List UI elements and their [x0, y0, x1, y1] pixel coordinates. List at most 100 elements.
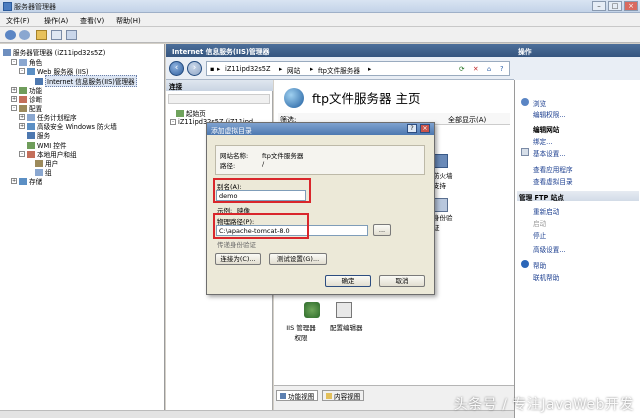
conn-start-page[interactable]: 起始页	[176, 108, 206, 118]
refresh-icon[interactable]: ⟳	[459, 65, 465, 73]
group-edit-site-header: 编辑网站	[533, 126, 560, 134]
breadcrumb-sites[interactable]: 网站	[287, 65, 300, 75]
watermark: 头条号 / 专注JavaWeb开发	[453, 397, 634, 413]
breadcrumb-sep: ▸	[368, 65, 372, 73]
stop-icon[interactable]: ✕	[473, 65, 479, 73]
menu-action[interactable]: 操作(A)	[44, 16, 68, 26]
menu-view[interactable]: 查看(V)	[80, 16, 104, 26]
expander[interactable]: -	[170, 119, 176, 125]
center-header: Internet 信息服务(IIS)管理器	[166, 44, 514, 57]
show-hide-tree-icon[interactable]	[51, 30, 62, 40]
globe-icon	[284, 88, 304, 108]
action-view-applications[interactable]: 查看应用程序	[533, 164, 573, 174]
tab-content-view[interactable]: 内容视图	[322, 390, 365, 401]
actions-header: 操作	[514, 44, 640, 57]
toolbar	[0, 27, 640, 43]
actions-top-bar	[514, 57, 640, 80]
connect-as-button[interactable]: 连接为(C)...	[215, 253, 261, 265]
features-view-icon	[280, 392, 286, 399]
breadcrumb-sep: ▸	[279, 65, 283, 73]
expander-icon[interactable]: -	[19, 68, 25, 74]
expander-icon[interactable]: +	[11, 96, 17, 102]
feature-config-label: 配置编辑器	[330, 324, 363, 332]
breadcrumb-server[interactable]: iZ11ipd32s5Z	[225, 65, 270, 73]
expander-icon[interactable]: +	[11, 178, 17, 184]
action-stop[interactable]: 停止	[533, 230, 546, 240]
tab-features-view[interactable]: 功能视图	[276, 390, 319, 401]
action-bindings[interactable]: 绑定...	[533, 136, 552, 146]
action-basic-settings[interactable]: 基本设置...	[533, 148, 566, 158]
show-all-button[interactable]: 全部显示(A)	[448, 115, 486, 125]
tree-item[interactable]: + 存储	[11, 176, 42, 186]
connections-toolbar	[168, 94, 270, 104]
ok-button[interactable]: 确定	[325, 275, 371, 287]
tree-item-label: 存储	[29, 178, 43, 186]
breadcrumb-sep: ▸	[310, 65, 314, 73]
action-browse[interactable]: 浏览	[533, 98, 546, 108]
tree-root[interactable]: 服务器管理器 (iZ11ipd32s5Z)	[3, 47, 105, 57]
tree-item-label: 服务	[37, 132, 51, 140]
back-icon[interactable]	[5, 30, 16, 40]
expander-icon[interactable]: +	[19, 114, 25, 120]
tree-node-icon	[27, 113, 35, 121]
address-bar: ‹ › ▪ ▸ iZ11ipd32s5Z ▸ 网站 ▸ ftp文件服务器 ▸ ⟳…	[166, 57, 514, 80]
back-button[interactable]: ‹	[169, 61, 184, 76]
firewall-icon[interactable]	[434, 154, 448, 168]
feature-iis-perm-label: IIS 管理器权限	[286, 324, 316, 342]
close-window-button[interactable]: ×	[624, 1, 638, 11]
menu-bar: 文件(F) 操作(A) 查看(V) 帮助(H)	[0, 13, 640, 27]
window-title: 服务器管理器	[14, 3, 56, 11]
expander-icon[interactable]: -	[11, 59, 17, 65]
group-manage-ftp-header: 管理 FTP 站点	[517, 191, 639, 202]
window-titlebar: 服务器管理器 – □ ×	[0, 0, 640, 13]
action-advanced-settings[interactable]: 高级设置...	[533, 244, 566, 254]
alias-highlight-box	[213, 178, 311, 203]
folder-up-icon[interactable]	[36, 30, 47, 40]
tree-item[interactable]: 服务	[19, 130, 50, 140]
forward-icon[interactable]	[19, 30, 30, 40]
server-manager-icon	[3, 2, 12, 11]
action-start: 启动	[533, 220, 547, 228]
expander-icon[interactable]: -	[11, 105, 17, 111]
config-editor-icon[interactable]	[336, 302, 352, 318]
properties-icon[interactable]	[66, 30, 77, 40]
action-view-vdirs[interactable]: 查看虚拟目录	[533, 176, 573, 186]
menu-help[interactable]: 帮助(H)	[116, 16, 141, 26]
breadcrumb-ftp-site[interactable]: ftp文件服务器	[318, 65, 360, 75]
authentication-icon[interactable]	[434, 198, 448, 212]
site-info-box: 网站名称: ftp文件服务器 路径: /	[215, 145, 425, 175]
console-tree: 服务器管理器 (iZ11ipd32s5Z) - 角色 - Web 服务器 (IIS) I…	[0, 44, 165, 418]
expander-icon[interactable]: +	[19, 123, 25, 129]
tree-item-label: Internet 信息服务(IIS)管理器	[45, 75, 137, 87]
forward-button[interactable]: ›	[187, 61, 202, 76]
iis-manager-permissions-icon[interactable]	[304, 302, 320, 318]
test-settings-button[interactable]: 测试设置(G)...	[269, 253, 327, 265]
actions-pane: 浏览 编辑权限... 编辑网站 绑定... 基本设置... 查看应用程序 查看虚…	[514, 80, 640, 418]
breadcrumb-sep: ▸	[217, 65, 221, 73]
minimize-button[interactable]: –	[592, 1, 606, 11]
browse-icon	[521, 98, 529, 106]
action-edit-permissions[interactable]: 编辑权限...	[533, 109, 566, 119]
tree-node-icon	[35, 77, 43, 85]
dialog-help-button[interactable]: ?	[407, 124, 417, 133]
dialog-close-button[interactable]: ×	[420, 124, 430, 133]
tree-root-label: 服务器管理器 (iZ11ipd32s5Z)	[13, 49, 106, 57]
help-icon[interactable]: ?	[500, 65, 504, 73]
site-icon: ▪	[210, 65, 215, 73]
tree-node-icon	[27, 67, 35, 75]
tree-node-icon	[35, 159, 43, 167]
cancel-button[interactable]: 取消	[379, 275, 425, 287]
server-icon	[3, 48, 11, 56]
home-icon[interactable]: ⌂	[487, 65, 491, 73]
action-restart[interactable]: 重新启动	[533, 206, 559, 216]
feature-firewall-label: 防火墙支持	[433, 172, 453, 190]
expander-icon[interactable]: +	[11, 87, 17, 93]
tree-item[interactable]: Internet 信息服务(IIS)管理器	[27, 75, 137, 87]
menu-file[interactable]: 文件(F)	[6, 16, 30, 26]
action-help[interactable]: 帮助	[533, 260, 546, 270]
action-online-help[interactable]: 联机帮助	[533, 272, 559, 282]
expander-icon[interactable]: -	[19, 151, 25, 157]
browse-button[interactable]: ...	[373, 224, 391, 236]
page-title: ftp文件服务器 主页	[312, 91, 421, 106]
maximize-button[interactable]: □	[608, 1, 622, 11]
